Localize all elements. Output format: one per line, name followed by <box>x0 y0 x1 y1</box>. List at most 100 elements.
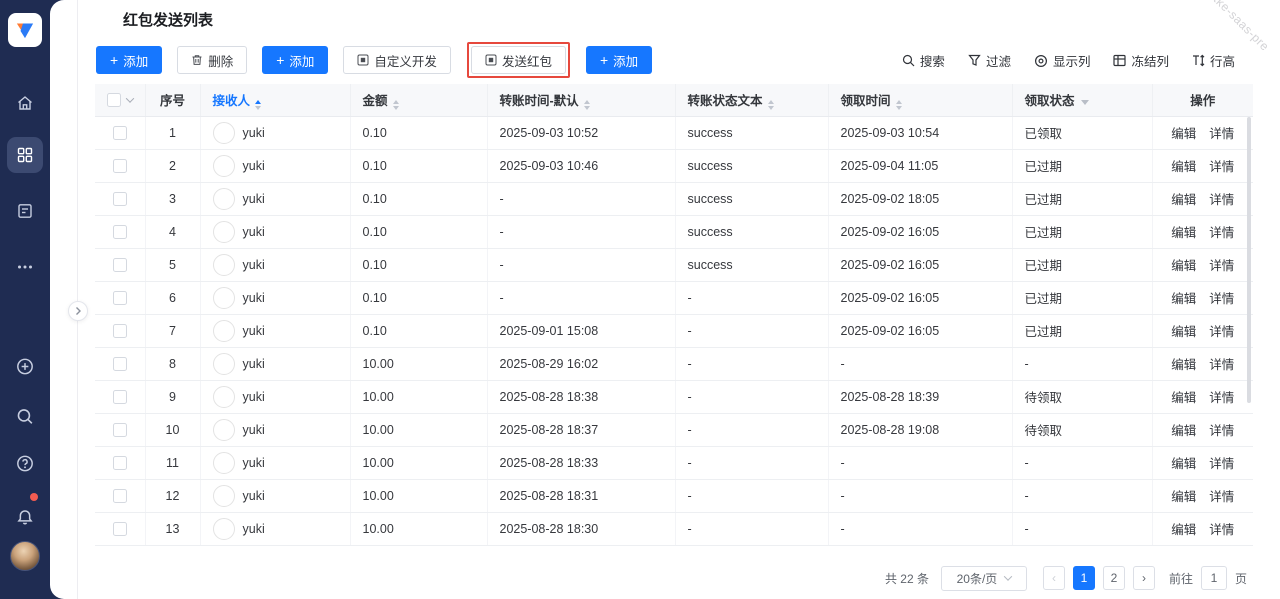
sort-icon[interactable] <box>896 100 902 110</box>
recipient-name: yuki <box>243 258 265 272</box>
edit-link[interactable]: 编辑 <box>1171 354 1196 373</box>
row-checkbox[interactable] <box>113 291 127 305</box>
detail-link[interactable]: 详情 <box>1209 288 1234 307</box>
sidebar-item-create[interactable] <box>16 357 35 376</box>
row-claim-time-cell: 2025-09-02 16:05 <box>828 248 1012 281</box>
eye-icon <box>1034 54 1048 68</box>
col-header-amount[interactable]: 金额 <box>350 84 487 116</box>
sidebar-item-help[interactable] <box>16 454 35 473</box>
edit-link[interactable]: 编辑 <box>1171 288 1196 307</box>
row-checkbox[interactable] <box>113 357 127 371</box>
delete-button[interactable]: 删除 <box>177 46 247 74</box>
row-checkbox[interactable] <box>113 126 127 140</box>
goto-page-input[interactable] <box>1201 566 1227 590</box>
plus-icon: + <box>110 53 118 67</box>
prev-page-button[interactable]: ‹ <box>1043 566 1065 590</box>
row-amount-cell: 0.10 <box>350 281 487 314</box>
row-checkbox[interactable] <box>113 522 127 536</box>
row-transfer-status-cell: - <box>675 446 828 479</box>
col-header-claim-status[interactable]: 领取状态 <box>1012 84 1152 116</box>
col-header-transfer-time[interactable]: 转账时间-默认 <box>487 84 675 116</box>
row-checkbox[interactable] <box>113 489 127 503</box>
expand-panel-button[interactable] <box>68 301 88 321</box>
col-header-recipient[interactable]: 接收人 <box>200 84 350 116</box>
detail-link[interactable]: 详情 <box>1209 222 1234 241</box>
detail-link[interactable]: 详情 <box>1209 123 1234 142</box>
row-checkbox[interactable] <box>113 258 127 272</box>
add-button-1[interactable]: + 添加 <box>96 46 162 74</box>
sidebar-item-apps[interactable] <box>7 137 43 173</box>
row-checkbox[interactable] <box>113 390 127 404</box>
detail-link[interactable]: 详情 <box>1209 519 1234 538</box>
select-all-header[interactable] <box>95 84 145 116</box>
table-row: 7 yuki 0.10 2025-09-01 15:08 - 2025-09-0… <box>95 314 1253 347</box>
edit-link[interactable]: 编辑 <box>1171 255 1196 274</box>
edit-link[interactable]: 编辑 <box>1171 123 1196 142</box>
chevron-down-icon[interactable] <box>126 95 134 103</box>
edit-link[interactable]: 编辑 <box>1171 222 1196 241</box>
detail-link[interactable]: 详情 <box>1209 189 1234 208</box>
sort-icon[interactable] <box>768 100 774 110</box>
freeze-columns-tool[interactable]: 冻结列 <box>1113 51 1169 70</box>
detail-link[interactable]: 详情 <box>1209 321 1234 340</box>
sidebar-item-search[interactable] <box>16 407 35 426</box>
row-height-tool[interactable]: 行高 <box>1192 51 1235 70</box>
detail-link[interactable]: 详情 <box>1209 486 1234 505</box>
filter-tool[interactable]: 过滤 <box>968 51 1011 70</box>
next-page-button[interactable]: › <box>1133 566 1155 590</box>
recipient-name: yuki <box>243 456 265 470</box>
sort-icon[interactable] <box>255 100 261 110</box>
detail-link[interactable]: 详情 <box>1209 255 1234 274</box>
row-actions-cell: 编辑 详情 <box>1152 512 1253 545</box>
row-transfer-status-cell: - <box>675 347 828 380</box>
add-button-2[interactable]: + 添加 <box>262 46 328 74</box>
sidebar-item-more[interactable] <box>16 258 34 276</box>
page-size-select[interactable]: 20条/页 <box>941 566 1027 591</box>
edit-link[interactable]: 编辑 <box>1171 387 1196 406</box>
row-checkbox[interactable] <box>113 225 127 239</box>
recipient-name: yuki <box>243 390 265 404</box>
page-button-1[interactable]: 1 <box>1073 566 1095 590</box>
table-scrollbar[interactable] <box>1247 117 1251 403</box>
sidebar-item-home[interactable] <box>16 94 34 112</box>
user-avatar[interactable] <box>10 541 40 571</box>
add-button-3[interactable]: + 添加 <box>586 46 652 74</box>
edit-link[interactable]: 编辑 <box>1171 420 1196 439</box>
detail-link[interactable]: 详情 <box>1209 420 1234 439</box>
detail-link[interactable]: 详情 <box>1209 354 1234 373</box>
row-checkbox[interactable] <box>113 192 127 206</box>
edit-link[interactable]: 编辑 <box>1171 321 1196 340</box>
custom-dev-button[interactable]: 自定义开发 <box>343 46 451 74</box>
edit-link[interactable]: 编辑 <box>1171 189 1196 208</box>
page-button-2[interactable]: 2 <box>1103 566 1125 590</box>
send-redpacket-button[interactable]: 发送红包 <box>471 46 566 74</box>
row-transfer-time-cell: - <box>487 281 675 314</box>
search-tool[interactable]: 搜索 <box>902 51 945 70</box>
col-header-claim-time[interactable]: 领取时间 <box>828 84 1012 116</box>
detail-link[interactable]: 详情 <box>1209 453 1234 472</box>
row-transfer-status-cell: - <box>675 380 828 413</box>
col-header-transfer-status[interactable]: 转账状态文本 <box>675 84 828 116</box>
row-amount-cell: 0.10 <box>350 314 487 347</box>
sort-icon[interactable] <box>584 100 590 110</box>
row-checkbox[interactable] <box>113 456 127 470</box>
row-checkbox[interactable] <box>113 159 127 173</box>
detail-link[interactable]: 详情 <box>1209 156 1234 175</box>
sidebar-item-docs[interactable] <box>16 202 34 220</box>
filter-caret-icon[interactable] <box>1081 100 1089 105</box>
filter-funnel-icon <box>968 54 981 67</box>
sort-icon[interactable] <box>393 100 399 110</box>
edit-link[interactable]: 编辑 <box>1171 486 1196 505</box>
sidebar-item-notifications[interactable] <box>16 508 35 527</box>
row-transfer-time-cell: - <box>487 182 675 215</box>
show-columns-tool[interactable]: 显示列 <box>1034 51 1091 70</box>
edit-link[interactable]: 编辑 <box>1171 156 1196 175</box>
edit-link[interactable]: 编辑 <box>1171 453 1196 472</box>
select-all-checkbox[interactable] <box>107 93 121 107</box>
edit-link[interactable]: 编辑 <box>1171 519 1196 538</box>
detail-link[interactable]: 详情 <box>1209 387 1234 406</box>
row-amount-cell: 0.10 <box>350 248 487 281</box>
apps-grid-icon <box>16 146 34 164</box>
row-checkbox[interactable] <box>113 324 127 338</box>
row-checkbox[interactable] <box>113 423 127 437</box>
